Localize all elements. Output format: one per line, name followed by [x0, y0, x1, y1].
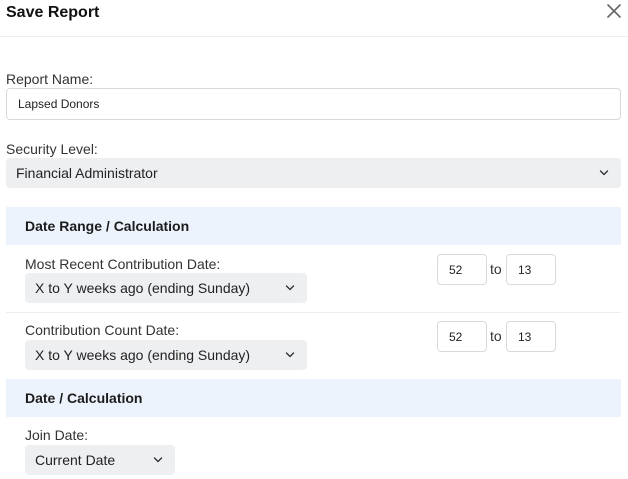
security-level-select[interactable]: Financial Administrator — [6, 158, 621, 188]
chevron-down-icon — [285, 352, 295, 358]
most-recent-contribution-label: Most Recent Contribution Date: — [25, 256, 221, 272]
section-date: Date / Calculation — [6, 379, 621, 417]
chevron-down-icon — [153, 457, 163, 463]
close-icon — [607, 4, 621, 18]
contribution-count-label: Contribution Count Date: — [25, 322, 180, 338]
most-recent-to-input[interactable] — [506, 254, 556, 285]
dialog-title: Save Report — [6, 4, 100, 21]
most-recent-contribution-select[interactable]: X to Y weeks ago (ending Sunday) — [25, 273, 307, 303]
report-name-label: Report Name: — [6, 71, 94, 87]
section-date-range: Date Range / Calculation — [6, 207, 621, 245]
join-date-label: Join Date: — [25, 427, 89, 443]
contribution-count-from-input[interactable] — [437, 321, 487, 352]
section-date-range-heading: Date Range / Calculation — [25, 218, 190, 234]
security-level-label: Security Level: — [6, 141, 98, 157]
report-name-input[interactable] — [6, 88, 621, 120]
security-level-value: Financial Administrator — [16, 165, 158, 181]
contribution-count-to-input[interactable] — [506, 321, 556, 352]
chevron-down-icon — [599, 170, 609, 176]
contribution-count-value: X to Y weeks ago (ending Sunday) — [35, 347, 251, 363]
row-divider — [6, 312, 621, 313]
close-button[interactable] — [604, 1, 624, 21]
dialog-header: Save Report — [0, 0, 628, 37]
chevron-down-icon — [285, 285, 295, 291]
section-date-heading: Date / Calculation — [25, 390, 143, 406]
join-date-value: Current Date — [35, 452, 116, 468]
most-recent-from-input[interactable] — [437, 254, 487, 285]
join-date-select[interactable]: Current Date — [25, 445, 175, 475]
most-recent-contribution-value: X to Y weeks ago (ending Sunday) — [35, 280, 251, 296]
contribution-count-to-label: to — [490, 328, 502, 344]
most-recent-to-label: to — [490, 261, 502, 277]
contribution-count-select[interactable]: X to Y weeks ago (ending Sunday) — [25, 340, 307, 370]
